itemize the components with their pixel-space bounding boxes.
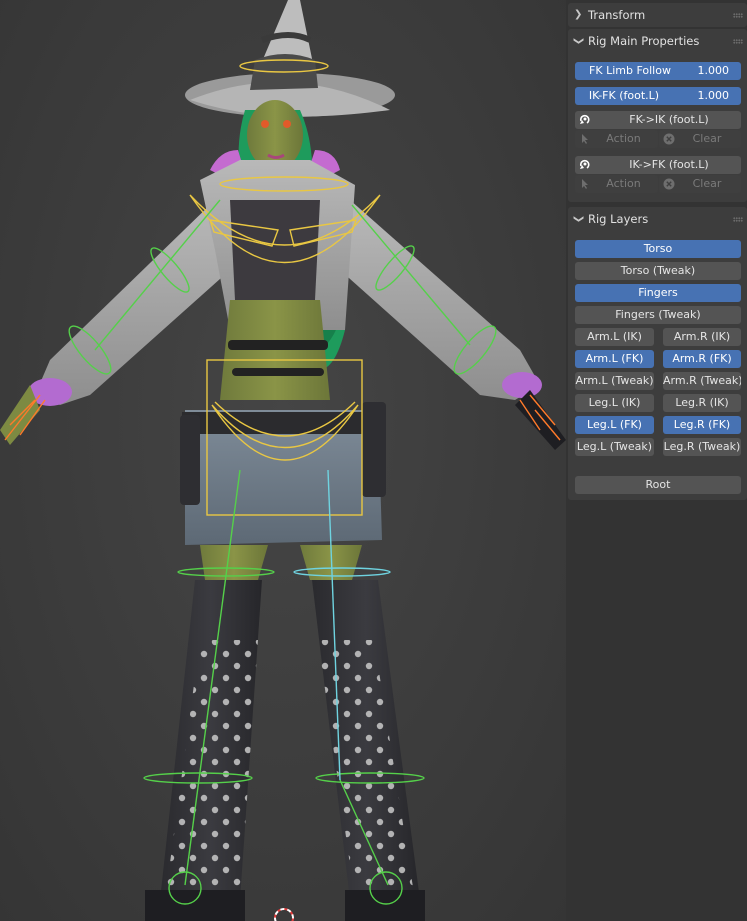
layer-arm-r-fk-toggle[interactable]: Arm.R (FK) [663,350,741,368]
layer-leg-r-tweak-toggle[interactable]: Leg.R (Tweak) [663,438,741,456]
fk-limb-follow-label: FK Limb Follow [589,64,671,77]
layer-arm-l-tweak-toggle[interactable]: Arm.L (Tweak) [575,372,654,390]
ik-to-fk-action-button[interactable]: Action [575,175,658,193]
transform-panel-title: Transform [588,8,646,22]
layer-fingers-toggle[interactable]: Fingers [575,284,741,302]
layer-leg-r-fk-toggle[interactable]: Leg.R (FK) [663,416,741,434]
3d-cursor-icon [274,908,294,921]
transform-panel: ❯ Transform [568,3,747,27]
rig-main-properties-title: Rig Main Properties [588,34,700,48]
transform-panel-header[interactable]: ❯ Transform [568,3,747,27]
head [247,100,303,170]
layer-leg-l-ik-toggle[interactable]: Leg.L (IK) [575,394,654,412]
fk-limb-follow-slider[interactable]: FK Limb Follow 1.000 [575,62,741,80]
layer-torso-tweak-toggle[interactable]: Torso (Tweak) [575,262,741,280]
fk-to-ik-clear-label: Clear [692,132,722,145]
rig-layers-panel: ❯ Rig Layers Torso Torso (Tweak) Fingers… [568,207,747,500]
layer-root-toggle[interactable]: Root [575,476,741,494]
ik-to-fk-foot-l-button[interactable]: IK->FK (foot.L) [575,156,741,174]
fk-to-ik-options: Action Clear [575,130,741,148]
ik-fk-foot-l-label: IK-FK (foot.L) [588,89,660,102]
rig-layers-header[interactable]: ❯ Rig Layers [568,207,747,231]
ik-to-fk-label: IK->FK (foot.L) [629,158,709,171]
chevron-right-icon: ❯ [574,9,583,20]
ik-fk-foot-l-value: 1.000 [697,89,730,102]
left-arm [35,200,230,405]
drag-grip-icon[interactable] [733,217,743,222]
layer-leg-r-ik-toggle[interactable]: Leg.R (IK) [663,394,741,412]
ik-fk-foot-l-slider[interactable]: IK-FK (foot.L) 1.000 [575,87,741,105]
fk-limb-follow-value: 1.000 [697,64,730,77]
layer-fingers-tweak-toggle[interactable]: Fingers (Tweak) [575,306,741,324]
ik-to-fk-options: Action Clear [575,175,741,193]
right-arm [340,200,540,400]
ik-to-fk-clear-label: Clear [692,177,722,190]
fk-to-ik-label: FK->IK (foot.L) [629,113,709,126]
snap-arrow-icon [579,114,590,124]
fk-to-ik-action-button[interactable]: Action [575,130,658,148]
hat [185,0,395,117]
layer-arm-l-fk-toggle[interactable]: Arm.L (FK) [575,350,654,368]
3d-viewport[interactable] [0,0,566,921]
snap-arrow-icon [579,159,590,169]
rig-main-properties-panel: ❯ Rig Main Properties FK Limb Follow 1.0… [568,29,747,202]
drag-grip-icon[interactable] [733,39,743,44]
layer-leg-l-tweak-toggle[interactable]: Leg.L (Tweak) [575,438,654,456]
drag-grip-icon[interactable] [733,13,743,18]
ik-to-fk-clear-button[interactable]: Clear [659,175,741,193]
chevron-down-icon: ❯ [573,36,585,46]
character-rig-render [0,0,566,921]
layer-leg-l-fk-toggle[interactable]: Leg.L (FK) [575,416,654,434]
rig-main-properties-header[interactable]: ❯ Rig Main Properties [568,29,747,53]
ik-to-fk-action-label: Action [606,177,641,190]
sidebar-n-panel: ❯ Transform ❯ Rig Main Properties FK Lim… [566,0,747,921]
rig-layers-title: Rig Layers [588,212,649,226]
layer-arm-r-ik-toggle[interactable]: Arm.R (IK) [663,328,741,346]
fk-to-ik-action-label: Action [606,132,641,145]
fk-to-ik-foot-l-button[interactable]: FK->IK (foot.L) [575,111,741,129]
layer-torso-toggle[interactable]: Torso [575,240,741,258]
fk-to-ik-clear-button[interactable]: Clear [659,130,741,148]
chevron-down-icon: ❯ [573,214,585,224]
layer-arm-l-ik-toggle[interactable]: Arm.L (IK) [575,328,654,346]
layer-arm-r-tweak-toggle[interactable]: Arm.R (Tweak) [663,372,741,390]
